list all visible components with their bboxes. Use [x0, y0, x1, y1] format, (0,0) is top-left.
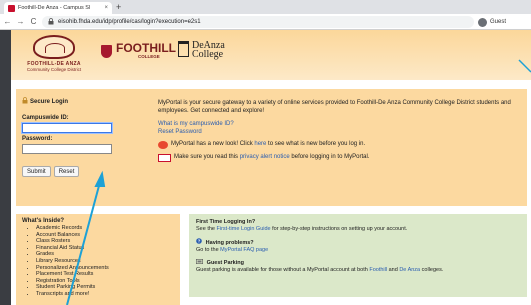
profile-label: Guest: [490, 19, 507, 25]
whats-inside-title: What's Inside?: [22, 218, 65, 224]
foothill-logo-name: FOOTHILL: [116, 41, 176, 55]
deanza-link[interactable]: De Anza: [399, 267, 420, 273]
first-time-text-post: for step-by-step instructions on setting…: [270, 225, 408, 232]
privacy-alert-link[interactable]: privacy alert notice: [240, 154, 290, 160]
parking-text-post: colleges.: [420, 266, 444, 273]
new-starburst-icon: [158, 141, 168, 149]
site-header: FOOTHILL-DE ANZA Community College Distr…: [11, 30, 531, 80]
browser-tab-bar: Foothill-De Anza - Campus Sl × +: [0, 0, 531, 14]
deanza-logo[interactable]: DeAnza College: [178, 41, 225, 60]
foothill-logo[interactable]: FOOTHILL COLLEGE: [101, 41, 176, 59]
fhda-logo-line2: Community College District: [26, 67, 82, 72]
new-look-link[interactable]: here: [254, 141, 266, 147]
privacy-text-pre: Make sure you read this: [174, 154, 240, 161]
problems-block: ? Having problems? Go to the MyPortal FA…: [196, 238, 520, 253]
new-look-notice: MyPortal has a new look! Click here to s…: [158, 141, 523, 149]
login-info: MyPortal is your secure gateway to a var…: [158, 100, 523, 162]
problems-title: Having problems?: [205, 240, 254, 247]
first-time-text-pre: See the: [196, 225, 217, 232]
what-is-id-link[interactable]: What is my campuswide ID?: [158, 121, 523, 129]
new-tab-button[interactable]: +: [116, 2, 121, 12]
whats-inside-panel: What's Inside? Academic Records Account …: [16, 214, 180, 305]
parking-icon: [196, 259, 205, 266]
campuswide-id-input[interactable]: [22, 123, 112, 133]
list-item: Placement Test Results: [36, 271, 174, 278]
login-form: Secure Login Campuswide ID: Password: Su…: [22, 95, 146, 177]
forward-icon[interactable]: →: [15, 17, 26, 26]
submit-button[interactable]: Submit: [22, 166, 51, 177]
fhda-seal-icon: [33, 35, 75, 59]
fhda-logo[interactable]: FOOTHILL-DE ANZA Community College Distr…: [17, 35, 91, 77]
parking-text-pre: Guest parking is available for those wit…: [196, 266, 370, 273]
new-look-text-pre: MyPortal has a new look! Click: [171, 141, 255, 148]
tab-title: Foothill-De Anza - Campus Sl: [18, 5, 91, 11]
secure-login-heading: Secure Login: [22, 97, 146, 106]
lock-icon: [22, 97, 28, 106]
whats-inside-list: Academic Records Account Balances Class …: [36, 225, 174, 298]
list-item: Class Rosters: [36, 238, 174, 245]
reset-button[interactable]: Reset: [53, 166, 80, 177]
foothill-link[interactable]: Foothill: [369, 267, 387, 273]
privacy-text-post: before logging in to MyPortal.: [289, 154, 370, 161]
list-item: Financial Aid Status: [36, 245, 174, 252]
campuswide-id-label: Campuswide ID:: [22, 115, 69, 121]
list-item: Registration Tools: [36, 278, 174, 285]
browser-toolbar: ← → C eisohib.fhda.edu/idp/profile/cas/l…: [0, 14, 531, 30]
page-content: FOOTHILL-DE ANZA Community College Distr…: [11, 30, 531, 305]
secure-login-text: Secure Login: [30, 98, 69, 105]
parking-text-mid: and: [387, 266, 400, 273]
privacy-alert-icon: [158, 154, 171, 162]
first-time-guide-link[interactable]: First-time Login Guide: [217, 226, 271, 232]
question-icon: ?: [196, 238, 204, 246]
svg-text:?: ?: [198, 239, 201, 244]
problems-text-pre: Go to the: [196, 246, 221, 253]
help-panel: First Time Logging In? See the First-tim…: [189, 214, 527, 297]
address-bar[interactable]: eisohib.fhda.edu/idp/profile/cas/login?e…: [42, 16, 474, 28]
deanza-mark-icon: [178, 41, 189, 57]
back-icon[interactable]: ←: [2, 17, 13, 26]
list-item: Transcripts and more!: [36, 291, 174, 298]
password-label: Password:: [22, 136, 53, 142]
list-item: Grades: [36, 251, 174, 258]
first-time-title: First Time Logging In?: [196, 219, 256, 225]
site-info-icon[interactable]: [48, 17, 54, 27]
guest-avatar-icon: [478, 17, 487, 27]
login-panel: Secure Login Campuswide ID: Password: Su…: [16, 89, 527, 206]
password-input[interactable]: [22, 144, 112, 154]
list-item: Library Resources: [36, 258, 174, 265]
portal-intro-text: MyPortal is your secure gateway to a var…: [158, 100, 511, 114]
reset-password-link[interactable]: Reset Password: [158, 129, 523, 137]
list-item: Personalized Announcements: [36, 265, 174, 272]
new-look-text-post: to see what is new before you log in.: [266, 141, 366, 148]
reload-icon[interactable]: C: [28, 17, 39, 26]
parking-title: Guest Parking: [206, 260, 244, 267]
foothill-shield-icon: [101, 44, 112, 58]
url-text: eisohib.fhda.edu/idp/profile/cas/login?e…: [58, 19, 201, 25]
faq-link[interactable]: MyPortal FAQ page: [220, 247, 268, 253]
tab-close-icon[interactable]: ×: [104, 5, 108, 11]
list-item: Account Balances: [36, 232, 174, 239]
profile-button[interactable]: Guest: [478, 16, 528, 28]
deanza-logo-line2: College: [192, 49, 224, 60]
browser-tab[interactable]: Foothill-De Anza - Campus Sl ×: [4, 2, 112, 14]
first-time-block: First Time Logging In? See the First-tim…: [196, 219, 520, 232]
parking-block: Guest Parking Guest parking is available…: [196, 259, 520, 273]
list-item: Student Parking Permits: [36, 284, 174, 291]
fhda-favicon-icon: [8, 4, 15, 12]
list-item: Academic Records: [36, 225, 174, 232]
privacy-notice: Make sure you read this privacy alert no…: [158, 154, 523, 162]
